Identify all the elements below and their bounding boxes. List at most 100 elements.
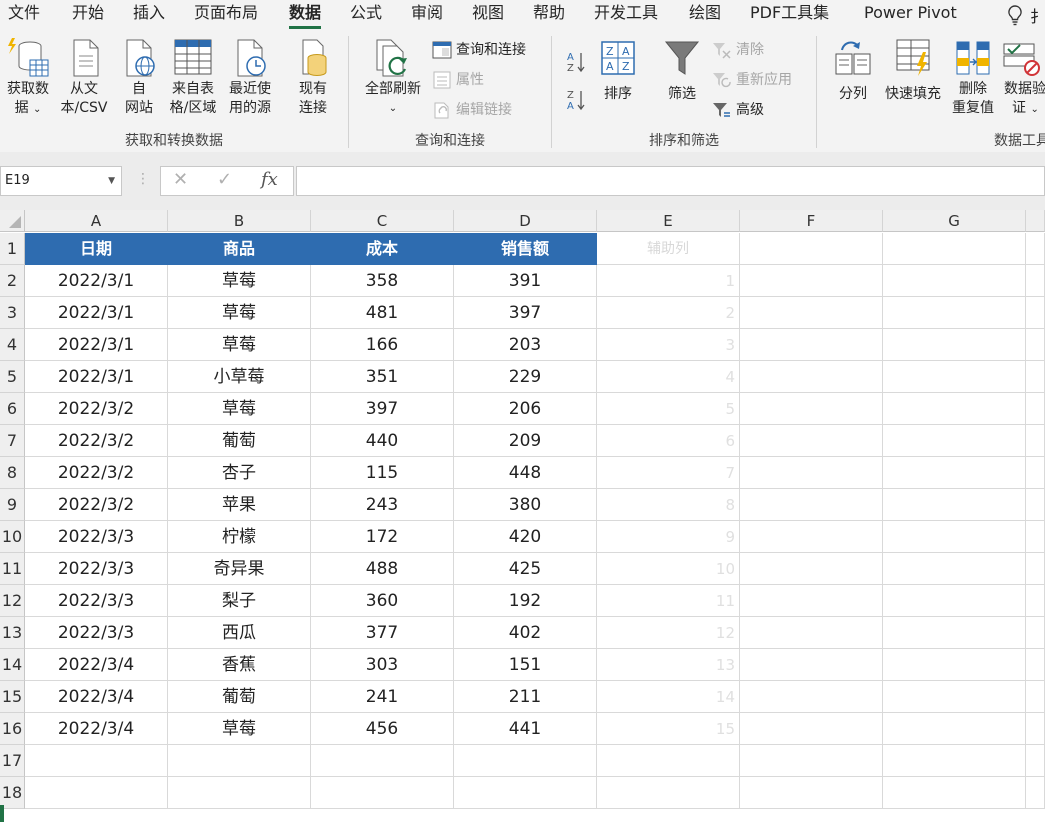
cell-a11[interactable]: 2022/3/3 xyxy=(25,553,168,585)
cell-f15[interactable] xyxy=(740,681,883,713)
tab-partial[interactable]: 扌 xyxy=(1030,3,1045,27)
cancel-icon[interactable]: ✕ xyxy=(173,169,188,190)
cell-d5[interactable]: 229 xyxy=(454,361,597,393)
cell-g6[interactable] xyxy=(883,393,1026,425)
tab-developer[interactable]: 开发工具 xyxy=(594,3,658,23)
cell-g2[interactable] xyxy=(883,265,1026,297)
cell-f11[interactable] xyxy=(740,553,883,585)
cell-c7[interactable]: 440 xyxy=(311,425,454,457)
properties-button[interactable]: 属性 xyxy=(432,70,512,90)
cell-f3[interactable] xyxy=(740,297,883,329)
tab-pdf-tools[interactable]: PDF工具集 xyxy=(750,3,829,23)
column-header-f[interactable]: F xyxy=(740,210,883,232)
cell-f17[interactable] xyxy=(740,745,883,777)
tab-view[interactable]: 视图 xyxy=(472,3,504,23)
cell-d2[interactable]: 391 xyxy=(454,265,597,297)
column-header-partial[interactable] xyxy=(1026,210,1045,232)
cell-f14[interactable] xyxy=(740,649,883,681)
cell-f2[interactable] xyxy=(740,265,883,297)
cell-b13[interactable]: 西瓜 xyxy=(168,617,311,649)
row-header-17[interactable]: 17 xyxy=(0,745,25,777)
cell-g16[interactable] xyxy=(883,713,1026,745)
cell-g17[interactable] xyxy=(883,745,1026,777)
cell-partial2[interactable] xyxy=(1026,265,1045,297)
data-validation-button[interactable]: 数据验 证 ⌄ xyxy=(1000,38,1045,119)
cell-d13[interactable]: 402 xyxy=(454,617,597,649)
cell-b1[interactable]: 商品 xyxy=(168,233,311,265)
column-header-d[interactable]: D xyxy=(454,210,597,232)
cell-g11[interactable] xyxy=(883,553,1026,585)
cell-c8[interactable]: 115 xyxy=(311,457,454,489)
column-header-e[interactable]: E xyxy=(597,210,740,232)
cell-b11[interactable]: 奇异果 xyxy=(168,553,311,585)
tab-power-pivot[interactable]: Power Pivot xyxy=(864,3,957,23)
tab-data[interactable]: 数据 xyxy=(289,3,322,29)
cell-b14[interactable]: 香蕉 xyxy=(168,649,311,681)
cell-b12[interactable]: 梨子 xyxy=(168,585,311,617)
cell-b9[interactable]: 苹果 xyxy=(168,489,311,521)
cell-f1[interactable] xyxy=(740,233,883,265)
name-box[interactable]: E19 ▼ xyxy=(0,166,122,196)
cell-c6[interactable]: 397 xyxy=(311,393,454,425)
cell-g8[interactable] xyxy=(883,457,1026,489)
recent-sources-button[interactable]: 最近使 用的源 xyxy=(223,38,277,118)
cell-f6[interactable] xyxy=(740,393,883,425)
cell-e4[interactable]: 3 xyxy=(597,329,740,361)
cell-a9[interactable]: 2022/3/2 xyxy=(25,489,168,521)
name-box-dropdown-icon[interactable]: ▼ xyxy=(108,167,115,195)
cell-a10[interactable]: 2022/3/3 xyxy=(25,521,168,553)
cell-partial17[interactable] xyxy=(1026,745,1045,777)
cell-e8[interactable]: 7 xyxy=(597,457,740,489)
cell-b10[interactable]: 柠檬 xyxy=(168,521,311,553)
column-header-c[interactable]: C xyxy=(311,210,454,232)
cell-d4[interactable]: 203 xyxy=(454,329,597,361)
cell-g10[interactable] xyxy=(883,521,1026,553)
select-all-corner[interactable] xyxy=(0,210,25,232)
remove-duplicates-button[interactable]: 删除 重复值 xyxy=(948,38,998,118)
cell-f8[interactable] xyxy=(740,457,883,489)
cell-b3[interactable]: 草莓 xyxy=(168,297,311,329)
column-header-g[interactable]: G xyxy=(883,210,1026,232)
refresh-all-button[interactable]: 全部刷新 ⌄ xyxy=(360,38,426,118)
cell-d7[interactable]: 209 xyxy=(454,425,597,457)
cell-a7[interactable]: 2022/3/2 xyxy=(25,425,168,457)
cell-f16[interactable] xyxy=(740,713,883,745)
cell-c10[interactable]: 172 xyxy=(311,521,454,553)
cell-g3[interactable] xyxy=(883,297,1026,329)
cell-d3[interactable]: 397 xyxy=(454,297,597,329)
cell-e5[interactable]: 4 xyxy=(597,361,740,393)
cell-a3[interactable]: 2022/3/1 xyxy=(25,297,168,329)
cell-c14[interactable]: 303 xyxy=(311,649,454,681)
cell-d12[interactable]: 192 xyxy=(454,585,597,617)
cell-partial18[interactable] xyxy=(1026,777,1045,809)
cell-g12[interactable] xyxy=(883,585,1026,617)
cell-b15[interactable]: 葡萄 xyxy=(168,681,311,713)
cell-c1[interactable]: 成本 xyxy=(311,233,454,265)
edit-links-button[interactable]: 编辑链接 xyxy=(432,100,532,120)
tab-review[interactable]: 审阅 xyxy=(411,3,443,23)
row-header-11[interactable]: 11 xyxy=(0,553,25,585)
cell-d1[interactable]: 销售额 xyxy=(454,233,597,265)
cell-e9[interactable]: 8 xyxy=(597,489,740,521)
cell-e14[interactable]: 13 xyxy=(597,649,740,681)
sort-button[interactable]: Z A A Z 排序 xyxy=(596,38,640,104)
cell-a15[interactable]: 2022/3/4 xyxy=(25,681,168,713)
cell-a5[interactable]: 2022/3/1 xyxy=(25,361,168,393)
row-header-16[interactable]: 16 xyxy=(0,713,25,745)
formula-bar-grip-icon[interactable]: ⋮ xyxy=(136,171,150,187)
cell-e3[interactable]: 2 xyxy=(597,297,740,329)
cell-c17[interactable] xyxy=(311,745,454,777)
existing-connections-button[interactable]: 现有 连接 xyxy=(290,38,336,118)
cell-f4[interactable] xyxy=(740,329,883,361)
cell-g5[interactable] xyxy=(883,361,1026,393)
cell-c16[interactable]: 456 xyxy=(311,713,454,745)
tab-insert[interactable]: 插入 xyxy=(133,3,165,23)
cell-d17[interactable] xyxy=(454,745,597,777)
cell-partial8[interactable] xyxy=(1026,457,1045,489)
cell-c18[interactable] xyxy=(311,777,454,809)
cell-f7[interactable] xyxy=(740,425,883,457)
cell-c13[interactable]: 377 xyxy=(311,617,454,649)
cell-b18[interactable] xyxy=(168,777,311,809)
cell-partial16[interactable] xyxy=(1026,713,1045,745)
row-header-6[interactable]: 6 xyxy=(0,393,25,425)
